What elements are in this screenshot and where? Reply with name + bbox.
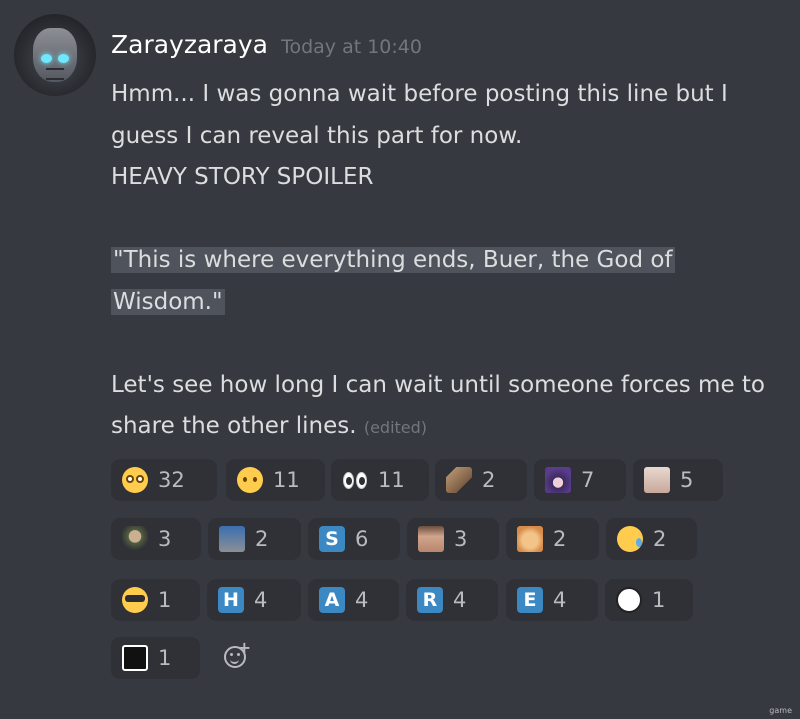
- reaction-count: 11: [378, 468, 405, 492]
- mask-avatar-graphic: [33, 28, 77, 82]
- message-header: Zarayzaraya Today at 10:40: [111, 30, 422, 59]
- reaction-count: 2: [553, 527, 567, 551]
- reaction-count: 2: [255, 527, 269, 551]
- message-line: HEAVY STORY SPOILER: [111, 164, 374, 190]
- reaction-count: 7: [581, 468, 595, 492]
- knight-emote-icon: [219, 526, 245, 552]
- username[interactable]: Zarayzaraya: [111, 30, 268, 59]
- reaction-count: 4: [553, 588, 567, 612]
- reaction-button[interactable]: 1: [605, 579, 693, 621]
- face-with-raised-eyebrow-icon: [237, 467, 263, 493]
- avatar-left-eye: [41, 54, 52, 63]
- regional-indicator-s-icon: S: [319, 526, 345, 552]
- reaction-button[interactable]: H 4: [207, 579, 301, 621]
- regional-indicator-a-icon: A: [319, 587, 345, 613]
- reaction-button[interactable]: S 6: [308, 518, 400, 560]
- reaction-button[interactable]: 2: [506, 518, 599, 560]
- reaction-count: 32: [158, 468, 185, 492]
- reaction-button[interactable]: 32: [111, 459, 217, 501]
- message-line: Hmm... I was gonna wait before posting t…: [111, 81, 728, 149]
- reaction-button[interactable]: 1: [111, 637, 200, 679]
- troll-face-dark-emote-icon: [122, 645, 148, 671]
- reaction-count: 2: [653, 527, 667, 551]
- reaction-button[interactable]: 5: [633, 459, 723, 501]
- reaction-button[interactable]: 1: [111, 579, 200, 621]
- reaction-count: 4: [355, 588, 369, 612]
- edited-marker: (edited): [363, 418, 428, 437]
- reaction-button[interactable]: A 4: [308, 579, 399, 621]
- reaction-count: 1: [158, 646, 172, 670]
- reaction-button[interactable]: 2: [606, 518, 697, 560]
- reaction-count: 4: [453, 588, 467, 612]
- message-line: Let's see how long I can wait until some…: [111, 365, 791, 449]
- reaction-button[interactable]: 11: [226, 459, 325, 501]
- closing-text: Let's see how long I can wait until some…: [111, 371, 766, 440]
- reaction-count: 11: [273, 468, 300, 492]
- avatar-right-eye: [58, 54, 69, 63]
- reaction-count: 4: [254, 588, 268, 612]
- reaction-button[interactable]: 3: [111, 518, 201, 560]
- watermark: game: [769, 706, 792, 715]
- smiling-face-with-sunglasses-icon: [122, 587, 148, 613]
- reaction-count: 6: [355, 527, 369, 551]
- reaction-button[interactable]: E 4: [506, 579, 598, 621]
- message-content: Hmm... I was gonna wait before posting t…: [111, 74, 791, 449]
- message-timestamp[interactable]: Today at 10:40: [281, 36, 422, 58]
- flushed-face-icon: [122, 467, 148, 493]
- regional-indicator-r-icon: R: [417, 587, 443, 613]
- eyes-icon: [342, 467, 368, 493]
- sad-but-relieved-face-icon: [617, 526, 643, 552]
- reaction-count: 5: [680, 468, 694, 492]
- man-face-emote-icon: [418, 526, 444, 552]
- reaction-count: 1: [652, 588, 666, 612]
- otter-emote-icon: [446, 467, 472, 493]
- anime-face-emote-icon: [644, 467, 670, 493]
- reaction-count: 2: [482, 468, 496, 492]
- regional-indicator-e-icon: E: [517, 587, 543, 613]
- reaction-button[interactable]: 2: [435, 459, 527, 501]
- reaction-button[interactable]: 2: [208, 518, 301, 560]
- cat-girl-emote-icon: [517, 526, 543, 552]
- reaction-count: 3: [158, 527, 172, 551]
- anime-girl-emote-icon: [545, 467, 571, 493]
- soldier-emote-icon: [122, 526, 148, 552]
- reaction-button[interactable]: 11: [331, 459, 429, 501]
- reaction-count: 3: [454, 527, 468, 551]
- user-avatar[interactable]: [14, 14, 96, 96]
- troll-face-emote-icon: [616, 587, 642, 613]
- reaction-button[interactable]: 7: [534, 459, 626, 501]
- reaction-button[interactable]: 3: [407, 518, 499, 560]
- add-reaction-button[interactable]: +: [219, 638, 251, 673]
- reaction-button[interactable]: R 4: [406, 579, 498, 621]
- regional-indicator-h-icon: H: [218, 587, 244, 613]
- plus-icon: +: [237, 638, 251, 657]
- reaction-count: 1: [158, 588, 172, 612]
- avatar-mouth: [46, 68, 64, 80]
- spoiler-text[interactable]: "This is where everything ends, Buer, th…: [111, 247, 675, 315]
